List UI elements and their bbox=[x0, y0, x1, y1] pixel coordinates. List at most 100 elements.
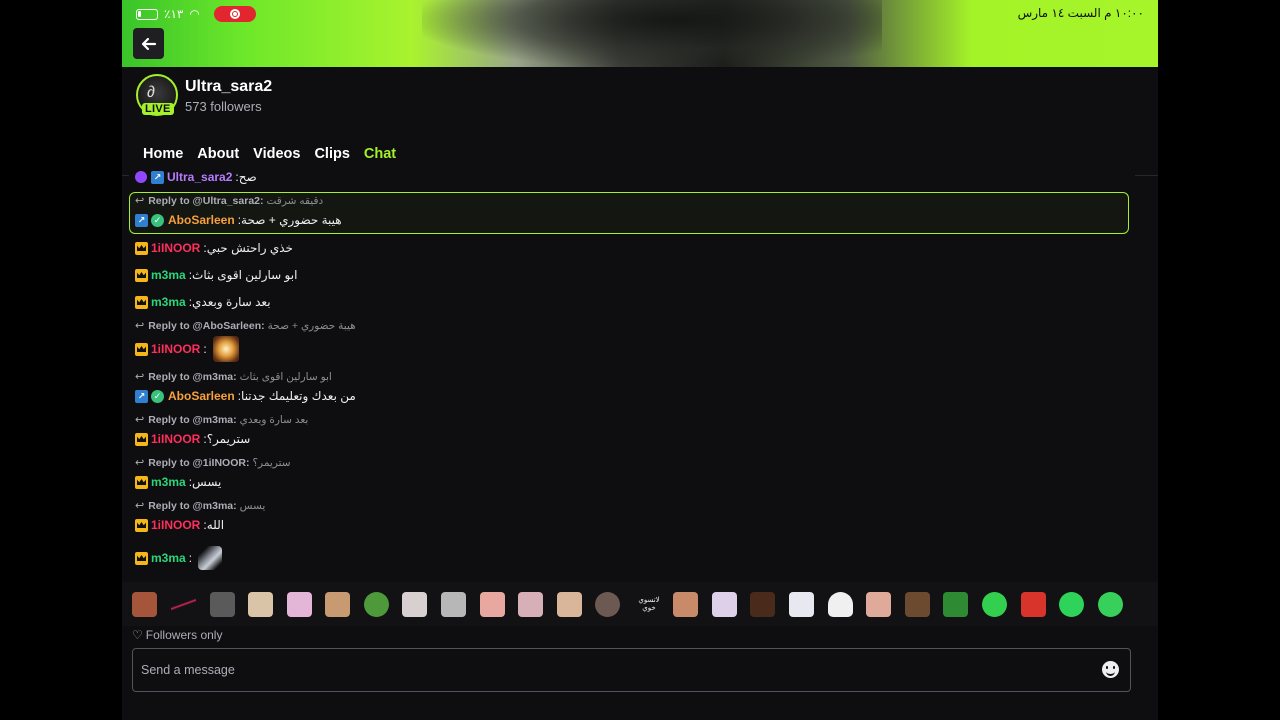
reply-quote: يسس bbox=[239, 499, 266, 512]
moderator-badge-icon: ↗ bbox=[135, 389, 148, 403]
chat-message[interactable]: m3ma : bbox=[135, 546, 223, 570]
chat-username[interactable]: 1iINOOR bbox=[151, 518, 200, 532]
emote-cat-pink-icon[interactable] bbox=[518, 592, 543, 617]
chat-text: :يسس bbox=[188, 475, 222, 489]
reply-context[interactable]: ↩ Reply to @Ultra_sara2: دقيقه شرقت bbox=[135, 194, 324, 208]
emote-cat-white-icon[interactable] bbox=[828, 592, 853, 617]
chat-message[interactable]: 1iINOOR :الله bbox=[135, 518, 224, 532]
reply-quote: ابو سارلين اقوى بثاث bbox=[239, 370, 332, 383]
crown-badge-icon bbox=[135, 342, 148, 356]
reply-arrow-icon: ↩ bbox=[135, 457, 145, 469]
reply-arrow-icon: ↩ bbox=[135, 500, 145, 512]
chat-username[interactable]: 1iINOOR bbox=[151, 241, 200, 255]
emote-baby-face-icon[interactable] bbox=[866, 592, 891, 617]
battery-icon bbox=[136, 8, 158, 20]
chat-username[interactable]: m3ma bbox=[151, 295, 186, 309]
emote-text-icon[interactable]: لاتسوي خوي bbox=[634, 592, 664, 617]
emoji-picker-button[interactable] bbox=[1102, 661, 1119, 678]
emote-anime-brown-icon[interactable] bbox=[673, 592, 698, 617]
chat-username[interactable]: m3ma bbox=[151, 268, 186, 282]
moderator-badge-icon: ↗ bbox=[151, 170, 164, 184]
emote-glow-icon[interactable] bbox=[212, 336, 239, 362]
channel-name[interactable]: Ultra_sara2 bbox=[185, 78, 272, 96]
emote-girl-icon[interactable] bbox=[210, 592, 235, 617]
emote-man-icon[interactable] bbox=[325, 592, 350, 617]
emote-angel-icon[interactable] bbox=[982, 592, 1007, 617]
emote-smile-icon[interactable] bbox=[1098, 592, 1123, 617]
chat-text: :هيبة حضوري + صحة bbox=[237, 213, 342, 227]
avatar[interactable]: ∂ LIVE bbox=[136, 74, 178, 116]
emote-bird-icon[interactable] bbox=[198, 546, 223, 570]
status-datetime: ١٠:٠٠ م السبت ١٤ مارس bbox=[1017, 6, 1144, 20]
heart-icon: ♡ bbox=[132, 628, 143, 642]
emote-dark-face-icon[interactable] bbox=[750, 592, 775, 617]
emote-crying-baby-icon[interactable] bbox=[480, 592, 505, 617]
reply-target: Reply to @m3ma: bbox=[148, 499, 237, 512]
chat-message[interactable]: ↗ ✓ AboSarleen :هيبة حضوري + صحة bbox=[135, 213, 342, 227]
chat-username[interactable]: m3ma bbox=[151, 551, 186, 565]
emote-anime-icon[interactable] bbox=[287, 592, 312, 617]
chat-message[interactable]: 1iINOOR :ستريمر؟ bbox=[135, 432, 250, 446]
verified-badge-icon: ✓ bbox=[151, 213, 164, 227]
reply-context[interactable]: ↩ Reply to @AboSarleen: هيبة حضوري + صحة bbox=[135, 319, 356, 333]
reply-arrow-icon: ↩ bbox=[135, 195, 145, 207]
emote-child-icon[interactable] bbox=[557, 592, 582, 617]
avatar-glyph-icon: ∂ bbox=[147, 84, 155, 101]
crown-badge-icon bbox=[135, 295, 148, 309]
chat-message[interactable]: m3ma :ابو سارلين اقوى بثاث bbox=[135, 268, 297, 282]
chat-message[interactable]: 1iINOOR :خذي راحتش حبي bbox=[135, 241, 293, 255]
emote-green-j-icon[interactable] bbox=[943, 592, 968, 617]
chat-username[interactable]: AboSarleen bbox=[168, 389, 235, 403]
emote-monster-icon[interactable] bbox=[1059, 592, 1084, 617]
chat-text: : bbox=[188, 551, 193, 565]
reply-target: Reply to @AboSarleen: bbox=[148, 319, 265, 332]
emote-butterfly-icon[interactable] bbox=[905, 592, 930, 617]
chat-text: : bbox=[203, 342, 207, 356]
reply-context[interactable]: ↩ Reply to @m3ma: بعد سارة وبعدي bbox=[135, 413, 308, 427]
emote-bar: لاتسوي خوي bbox=[122, 582, 1158, 626]
emote-bunny-icon[interactable] bbox=[712, 592, 737, 617]
back-button[interactable] bbox=[133, 28, 164, 59]
chat-log[interactable]: ↗ Ultra_sara2 :صح ↩ Reply to @Ultra_sara… bbox=[129, 170, 1135, 582]
emote-cat-icon[interactable] bbox=[248, 592, 273, 617]
followers-count: 573 followers bbox=[185, 99, 262, 114]
chat-message[interactable]: m3ma :يسس bbox=[135, 475, 221, 489]
reply-quote: دقيقه شرقت bbox=[266, 194, 324, 207]
chat-message-input[interactable] bbox=[132, 648, 1131, 692]
emote-mole-icon[interactable] bbox=[595, 592, 620, 617]
emote-baby-icon[interactable] bbox=[402, 592, 427, 617]
chat-text: :خذي راحتش حبي bbox=[203, 241, 293, 255]
chat-username[interactable]: 1iINOOR bbox=[151, 432, 200, 446]
crown-badge-icon bbox=[135, 475, 148, 489]
record-icon bbox=[229, 9, 240, 19]
reply-context[interactable]: ↩ Reply to @1iINOOR: ستريمر؟ bbox=[135, 456, 291, 470]
chat-message[interactable]: ↗ ✓ AboSarleen :من بعدك وتعليمك جدتنا bbox=[135, 389, 356, 403]
emote-white-hair-icon[interactable] bbox=[789, 592, 814, 617]
reply-target: Reply to @m3ma: bbox=[148, 370, 237, 383]
chat-username[interactable]: 1iINOOR bbox=[151, 342, 200, 356]
emote-cat-gray-icon[interactable] bbox=[441, 592, 466, 617]
chat-message[interactable]: 1iINOOR : bbox=[135, 336, 239, 362]
crown-badge-icon bbox=[135, 551, 148, 565]
chat-message[interactable]: ↗ Ultra_sara2 :صح bbox=[135, 170, 257, 184]
emote-face-icon[interactable] bbox=[132, 592, 157, 617]
emote-line-icon[interactable] bbox=[171, 592, 196, 617]
chat-message[interactable]: m3ma :بعد سارة وبعدي bbox=[135, 295, 271, 309]
reply-context[interactable]: ↩ Reply to @m3ma: ابو سارلين اقوى بثاث bbox=[135, 370, 332, 384]
reply-arrow-icon: ↩ bbox=[135, 414, 145, 426]
app-window: ٪١٣ ◠ ١٠:٠٠ م السبت ١٤ مارس ∂ LIVE Ultra… bbox=[122, 0, 1158, 720]
broadcaster-badge-icon bbox=[135, 171, 147, 183]
chat-username[interactable]: m3ma bbox=[151, 475, 186, 489]
live-badge: LIVE bbox=[142, 103, 174, 115]
reply-target: Reply to @m3ma: bbox=[148, 413, 237, 426]
screen-record-indicator[interactable] bbox=[213, 6, 256, 22]
profile-text: Ultra_sara2 573 followers bbox=[185, 78, 272, 114]
chat-username[interactable]: AboSarleen bbox=[168, 213, 235, 227]
emote-pepe-icon[interactable] bbox=[364, 592, 389, 617]
reply-context[interactable]: ↩ Reply to @m3ma: يسس bbox=[135, 499, 266, 513]
chat-username[interactable]: Ultra_sara2 bbox=[167, 170, 232, 184]
emote-angry-icon[interactable] bbox=[1021, 592, 1046, 617]
moderator-badge-icon: ↗ bbox=[135, 213, 148, 227]
chat-text: :ابو سارلين اقوى بثاث bbox=[188, 268, 298, 282]
reply-arrow-icon: ↩ bbox=[135, 371, 145, 383]
